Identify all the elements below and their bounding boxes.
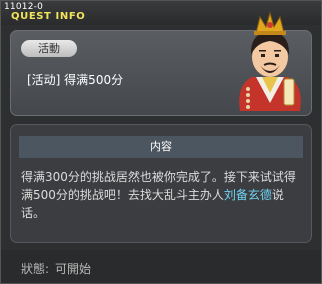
quest-content-panel: 内容 得满300分的挑战居然也被你完成了。接下来试试得满500分的挑战吧！去找大… — [10, 124, 312, 243]
quest-info-window: 11012-0 QUEST INFO 活動 [活动] 得满500分 内容 得满3… — [0, 0, 322, 284]
status-label: 狀態: — [21, 262, 50, 276]
quest-name: [活动] 得满500分 — [27, 73, 124, 87]
content-heading: 内容 — [19, 136, 303, 158]
status-bar: 狀態: 可開始 — [1, 250, 321, 283]
npc-portrait-icon — [239, 11, 301, 111]
quest-category-badge: 活動 — [21, 40, 77, 57]
quest-status: 狀態: 可開始 — [21, 260, 91, 277]
quest-description: 得满300分的挑战居然也被你完成了。接下来试试得满500分的挑战吧！去找大乱斗主… — [21, 168, 305, 222]
status-value: 可開始 — [55, 262, 92, 276]
npc-name-link[interactable]: 刘备玄德 — [224, 188, 272, 202]
window-title: QUEST INFO — [11, 11, 86, 22]
